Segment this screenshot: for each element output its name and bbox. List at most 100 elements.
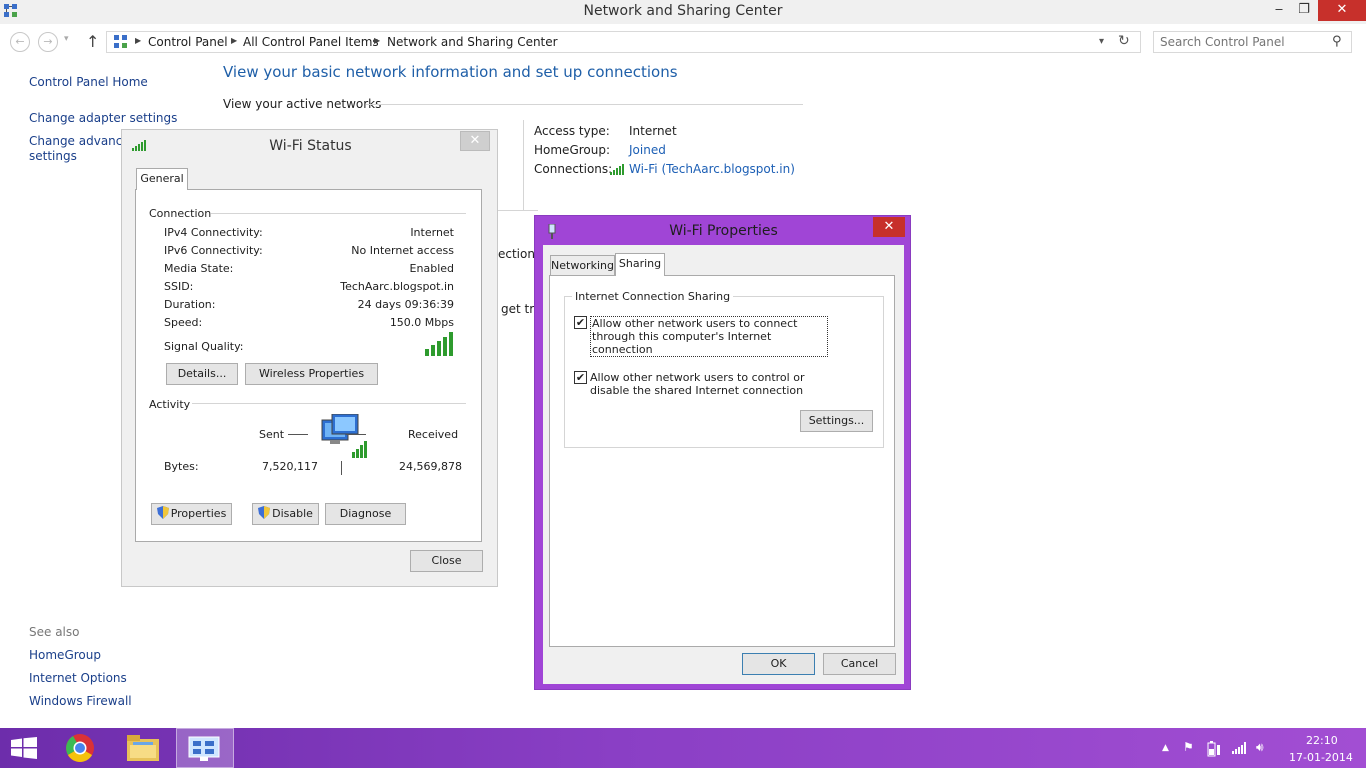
see-also-heading: See also	[29, 625, 80, 639]
received-line	[346, 434, 366, 435]
power-battery-icon[interactable]	[1207, 741, 1221, 757]
dialog-body: Networking Sharing Internet Connection S…	[543, 245, 904, 684]
sent-label: Sent	[259, 428, 285, 441]
wifi-properties-dialog: Wi-Fi Properties ✕ Networking Sharing In…	[534, 215, 911, 690]
breadcrumb-separator-icon: ▶	[135, 36, 142, 45]
windows-start-icon[interactable]	[11, 737, 37, 759]
refresh-icon[interactable]: ↻	[1118, 33, 1130, 49]
close-button[interactable]: Close	[410, 550, 483, 572]
see-also-internet-options[interactable]: Internet Options	[29, 671, 127, 685]
breadcrumb-separator-icon: ▶	[374, 36, 381, 45]
chrome-icon	[66, 734, 94, 762]
ipv4-label: IPv4 Connectivity:	[164, 226, 263, 239]
tab-networking[interactable]: Networking	[550, 255, 615, 275]
bytes-label: Bytes:	[164, 460, 199, 473]
properties-button-label: Properties	[170, 507, 227, 520]
nav-change-adapter-settings[interactable]: Change adapter settings	[29, 111, 177, 125]
section-divider	[211, 213, 466, 214]
active-networks-label: View your active networks	[223, 97, 382, 111]
clock-time[interactable]: 22:10	[1306, 734, 1338, 747]
wifi-status-dialog: Wi-Fi Status ✕ General Connection IPv4 C…	[121, 129, 498, 587]
see-also-homegroup[interactable]: HomeGroup	[29, 648, 101, 662]
sharing-tab-panel: Internet Connection Sharing ✔ Allow othe…	[549, 275, 895, 647]
details-button[interactable]: Details...	[166, 363, 238, 385]
uac-shield-icon	[258, 506, 271, 519]
homegroup-link[interactable]: Joined	[629, 143, 666, 157]
recent-locations-chevron-icon[interactable]: ▾	[64, 34, 69, 44]
close-window-button[interactable]: ✕	[1318, 0, 1366, 21]
wifi-signal-icon[interactable]	[1232, 742, 1247, 754]
taskbar-control-panel[interactable]	[176, 728, 234, 768]
network-computers-icon	[321, 414, 367, 458]
duration-label: Duration:	[164, 298, 216, 311]
wireless-properties-button[interactable]: Wireless Properties	[245, 363, 378, 385]
ipv6-value: No Internet access	[351, 244, 454, 257]
search-icon[interactable]: ⚲	[1332, 34, 1342, 49]
search-input[interactable]	[1160, 35, 1320, 49]
back-button[interactable]: ←	[10, 32, 30, 52]
activity-section-label: Activity	[149, 398, 191, 411]
up-arrow-icon[interactable]: ↑	[86, 32, 99, 51]
wifi-signal-icon	[610, 164, 624, 175]
media-state-label: Media State:	[164, 262, 234, 275]
properties-button[interactable]: Properties	[151, 503, 232, 525]
allow-control-label[interactable]: Allow other network users to control or …	[590, 371, 828, 397]
signal-quality-label: Signal Quality:	[164, 340, 244, 353]
column-divider	[523, 120, 524, 210]
nav-change-advanced-settings-line2[interactable]: settings	[29, 149, 77, 163]
action-center-flag-icon[interactable]: ⚑	[1183, 740, 1194, 754]
connections-label: Connections:	[534, 162, 613, 176]
window-titlebar: Network and Sharing Center ‒ ❐ ✕	[0, 0, 1366, 24]
see-also-windows-firewall[interactable]: Windows Firewall	[29, 694, 132, 708]
dialog-title: Wi-Fi Status	[269, 138, 352, 154]
duration-value: 24 days 09:36:39	[357, 298, 454, 311]
volume-speaker-icon[interactable]: 🔊︎	[1256, 740, 1264, 755]
clock-date[interactable]: 17-01-2014	[1289, 751, 1353, 764]
nav-control-panel-home[interactable]: Control Panel Home	[29, 75, 148, 89]
cancel-button[interactable]: Cancel	[823, 653, 896, 675]
allow-connect-label[interactable]: Allow other network users to connect thr…	[590, 316, 828, 357]
ipv4-value: Internet	[410, 226, 454, 239]
search-box[interactable]: ⚲	[1153, 31, 1352, 53]
show-hidden-icons-icon[interactable]: ▲	[1162, 743, 1169, 753]
ics-group-label: Internet Connection Sharing	[572, 290, 734, 303]
ipv6-label: IPv6 Connectivity:	[164, 244, 263, 257]
connection-section-label: Connection	[149, 207, 212, 220]
wifi-connection-link[interactable]: Wi-Fi (TechAarc.blogspot.in)	[629, 162, 795, 176]
uac-shield-icon	[156, 506, 169, 519]
taskbar: ▲ ⚑ 🔊︎ 22:10 17-01-2014	[0, 728, 1366, 768]
allow-control-checkbox[interactable]: ✔	[574, 371, 587, 384]
address-box[interactable]: ▶ Control Panel ▶ All Control Panel Item…	[106, 31, 1141, 53]
breadcrumb-network-sharing-center[interactable]: Network and Sharing Center	[387, 35, 558, 49]
breadcrumb-control-panel[interactable]: Control Panel	[148, 35, 228, 49]
address-dropdown-chevron-icon[interactable]: ▾	[1099, 36, 1104, 47]
partially-hidden-text: ection;	[498, 247, 540, 261]
media-state-value: Enabled	[409, 262, 454, 275]
disable-button[interactable]: Disable	[252, 503, 319, 525]
address-bar-row: ← → ▾ ↑ ▶ Control Panel ▶ All Control Pa…	[0, 24, 1366, 58]
breadcrumb-all-items[interactable]: All Control Panel Items	[243, 35, 379, 49]
maximize-button[interactable]: ❐	[1289, 0, 1319, 21]
breadcrumb-separator-icon: ▶	[231, 36, 238, 45]
sent-line	[288, 434, 308, 435]
forward-button[interactable]: →	[38, 32, 58, 52]
tab-sharing[interactable]: Sharing	[615, 253, 665, 276]
control-panel-icon	[188, 736, 220, 761]
taskbar-chrome[interactable]	[52, 728, 110, 768]
close-icon[interactable]: ✕	[873, 217, 905, 237]
settings-button[interactable]: Settings...	[800, 410, 873, 432]
bytes-sent-value: 7,520,117	[262, 460, 318, 473]
activity-separator	[341, 461, 342, 475]
ok-button[interactable]: OK	[742, 653, 815, 675]
taskbar-file-explorer[interactable]	[114, 728, 172, 768]
section-divider	[192, 403, 466, 404]
diagnose-button[interactable]: Diagnose	[325, 503, 406, 525]
access-type-value: Internet	[629, 124, 677, 138]
window-title: Network and Sharing Center	[583, 3, 783, 19]
allow-connect-checkbox[interactable]: ✔	[574, 316, 587, 329]
section-divider	[498, 210, 538, 211]
tab-general[interactable]: General	[136, 168, 188, 190]
bytes-received-value: 24,569,878	[399, 460, 462, 473]
close-icon[interactable]: ✕	[460, 131, 490, 151]
general-tab-panel: Connection IPv4 Connectivity: Internet I…	[135, 189, 482, 542]
